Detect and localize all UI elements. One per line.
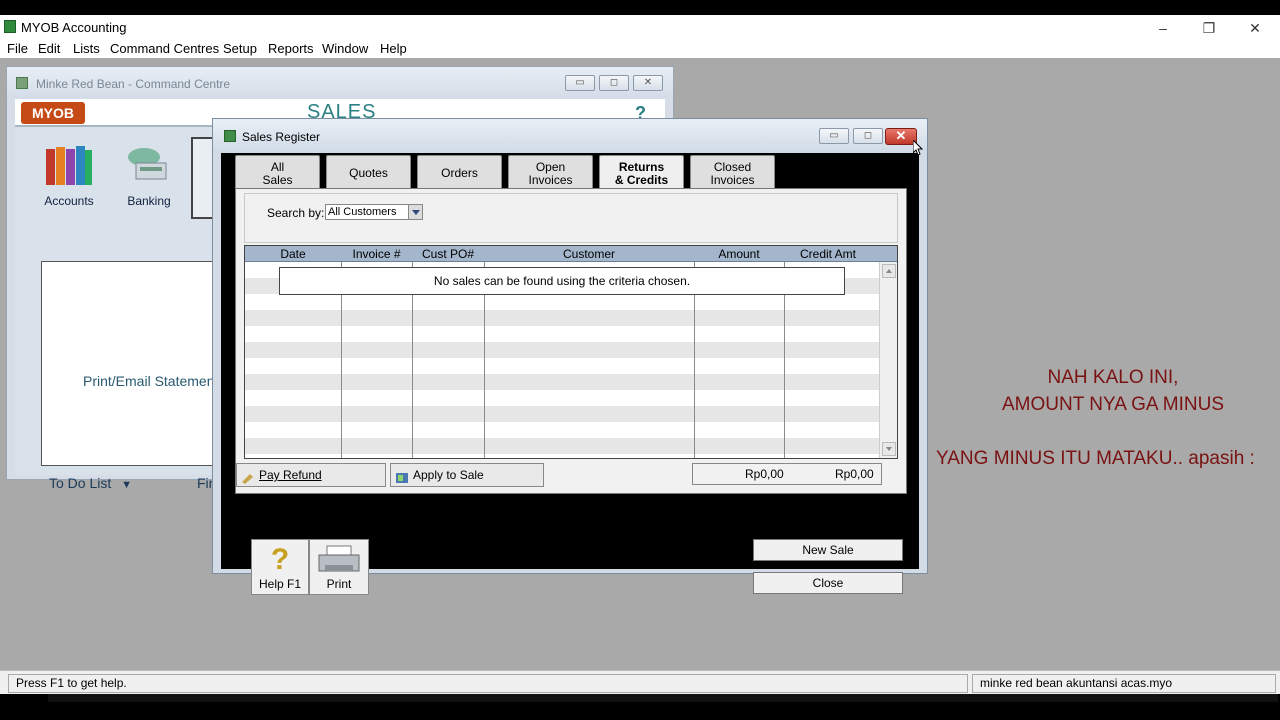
menu-file[interactable]: File [7,41,28,56]
total-amount: Rp0,00 [745,467,784,481]
tab-returns-credits[interactable]: Returns & Credits [599,155,684,191]
restore-button[interactable]: ❐ [1186,17,1232,39]
caption-line-3: YANG MINUS ITU MATAKU.. apasih : [936,448,1255,469]
todo-list-button[interactable]: To Do List ▼ [49,475,132,491]
tab-closed-invoices[interactable]: Closed Invoices [690,155,775,189]
caption-line-2: AMOUNT NYA GA MINUS [1001,394,1225,415]
menu-edit[interactable]: Edit [38,41,60,56]
myob-app-icon [4,20,16,33]
sr-maximize-button[interactable]: ◻ [853,128,883,144]
window-icon [16,77,28,89]
tab-quotes[interactable]: Quotes [326,155,411,189]
menu-window[interactable]: Window [322,41,368,56]
pay-refund-icon [241,469,255,484]
help-f1-button[interactable]: ? Help F1 [251,539,309,595]
tab-orders[interactable]: Orders [417,155,502,189]
menu-lists[interactable]: Lists [73,41,100,56]
pay-refund-button[interactable]: Pay Refund [236,463,386,487]
column-amount[interactable]: Amount [694,247,784,261]
sales-register-title: Sales Register [242,130,321,144]
print-email-statements-link[interactable]: Print/Email Statements [83,373,225,389]
search-by-select[interactable]: All Customers [325,204,423,220]
sales-grid: Date Invoice # Cust PO# Customer Amount … [244,245,898,459]
column-invoice[interactable]: Invoice # [341,247,412,261]
accounts-button[interactable]: Accounts [33,135,105,219]
caption-line-1: NAH KALO INI, [1047,367,1179,388]
sales-register-body: All Sales Quotes Orders Open Invoices Re… [221,153,919,595]
column-customer[interactable]: Customer [484,247,694,261]
menu-reports[interactable]: Reports [268,41,314,56]
minimize-button[interactable]: – [1140,17,1186,39]
new-sale-button[interactable]: New Sale [753,539,903,561]
menubar: File Edit Lists Command Centres Setup Re… [0,39,1280,58]
chevron-down-icon: ▼ [121,479,133,491]
scroll-up-icon[interactable] [882,264,896,278]
apply-to-sale-button[interactable]: Apply to Sale [390,463,544,487]
command-centre-title: Minke Red Bean - Command Centre [36,77,231,91]
sr-minimize-button[interactable]: ▭ [819,128,849,144]
sales-register-titlebar: Sales Register ▭ ◻ ✕ [213,119,927,153]
grid-scrollbar[interactable] [879,262,897,458]
empty-results-message: No sales can be found using the criteria… [279,267,845,295]
column-date[interactable]: Date [245,247,341,261]
window-icon [224,130,236,142]
scroll-down-icon[interactable] [882,442,896,456]
banking-button[interactable]: Banking [113,135,185,219]
column-cust-po[interactable]: Cust PO# [412,247,484,261]
status-company-file: minke red bean akuntansi acas.myo [972,674,1276,693]
banking-icon [124,143,174,187]
menu-help[interactable]: Help [380,41,407,56]
command-centre-titlebar: Minke Red Bean - Command Centre ▭ ◻ ✕ [7,67,673,99]
search-area: Search by: All Customers [244,193,898,243]
column-credit-amt[interactable]: Credit Amt [784,247,872,261]
close-app-button[interactable]: ✕ [1232,17,1278,39]
grid-header: Date Invoice # Cust PO# Customer Amount … [245,246,897,262]
tab-open-invoices[interactable]: Open Invoices [508,155,593,189]
statusbar: Press F1 to get help. minke red bean aku… [0,670,1280,694]
command-centre-task-panel [41,261,231,466]
returns-credits-panel: Search by: All Customers Date Invoice # … [235,188,907,494]
tab-all-sales[interactable]: All Sales [235,155,320,189]
total-credit-amt: Rp0,00 [835,467,874,481]
print-button[interactable]: Print [309,539,369,595]
menu-setup[interactable]: Setup [223,41,257,56]
sales-register-window: Sales Register ▭ ◻ ✕ All Sales Quotes Or… [212,118,928,595]
mouse-cursor-icon [912,138,924,159]
accounts-icon [44,143,94,187]
close-button[interactable]: Close [753,572,903,594]
cc-maximize-button[interactable]: ◻ [599,75,629,91]
dropdown-arrow-icon [408,205,422,219]
taskbar-fragment [48,694,1278,702]
status-help-text: Press F1 to get help. [8,674,968,693]
todo-list-label: To Do List [49,475,112,491]
banking-label: Banking [127,194,171,208]
totals-box: Rp0,00 Rp0,00 [692,463,882,485]
accounts-label: Accounts [44,194,94,208]
printer-icon [317,545,361,575]
search-by-label: Search by: [267,206,325,220]
help-question-icon: ? [270,543,290,576]
myob-logo: MYOB [21,102,85,124]
apply-to-sale-icon [395,469,409,483]
cc-close-button[interactable]: ✕ [633,75,663,91]
menu-command-centres[interactable]: Command Centres [110,41,219,56]
app-title: MYOB Accounting [21,20,127,35]
app-titlebar: MYOB Accounting – ❐ ✕ [0,15,1280,39]
cc-minimize-button[interactable]: ▭ [565,75,595,91]
